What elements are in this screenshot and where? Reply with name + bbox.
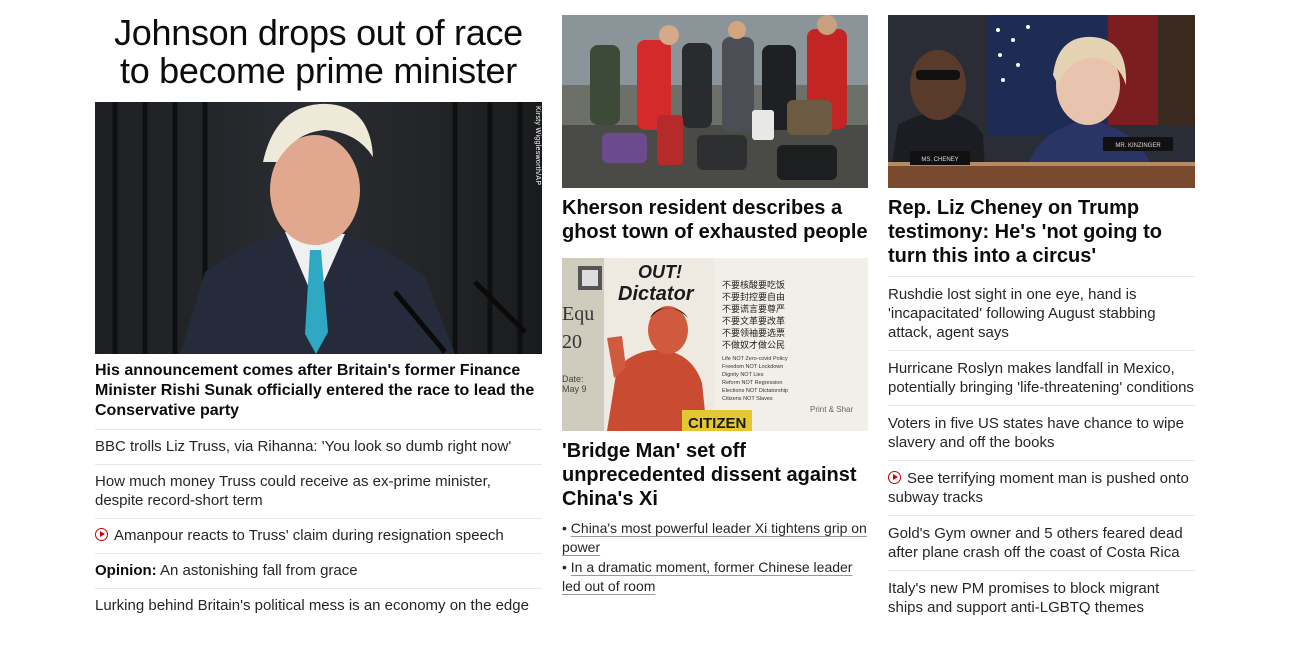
list-item[interactable]: See terrifying moment man is pushed onto…: [888, 460, 1195, 515]
link-text[interactable]: Hurricane Roslyn makes landfall in Mexic…: [888, 360, 1194, 396]
poster-out-text: OUT!: [638, 262, 682, 282]
list-item[interactable]: Gold's Gym owner and 5 others feared dea…: [888, 515, 1195, 570]
link-text[interactable]: Voters in five US states have chance to …: [888, 415, 1184, 451]
list-item[interactable]: • China's most powerful leader Xi tighte…: [562, 519, 868, 557]
cheney-photo-image: MS. CHENEY MR. KINZINGER: [888, 15, 1195, 188]
poster-cjk-line: 不做奴才做公民: [722, 339, 785, 350]
cheney-headline[interactable]: Rep. Liz Cheney on Trump testimony: He's…: [888, 196, 1195, 268]
link-text[interactable]: Rushdie lost sight in one eye, hand is '…: [888, 286, 1156, 341]
link-text[interactable]: China's most powerful leader Xi tightens…: [562, 520, 867, 555]
link-text[interactable]: In a dramatic moment, former Chinese lea…: [562, 559, 852, 594]
poster-eng-line: Freedom NOT Lockdown: [722, 364, 783, 370]
right-links: Rushdie lost sight in one eye, hand is '…: [888, 276, 1195, 625]
list-item[interactable]: Amanpour reacts to Truss' claim during r…: [95, 518, 542, 553]
middle-column: Kherson resident describes a ghost town …: [562, 0, 868, 597]
poster-cjk-line: 不要核酸要吃饭: [722, 279, 785, 290]
kherson-photo-image: [562, 15, 868, 188]
list-item[interactable]: Rushdie lost sight in one eye, hand is '…: [888, 276, 1195, 350]
list-item[interactable]: How much money Truss could receive as ex…: [95, 464, 542, 518]
list-item[interactable]: Italy's new PM promises to block migrant…: [888, 570, 1195, 625]
photo-credit: Kirsty Wigglesworth/AP: [534, 106, 541, 186]
poster-left-text: 20: [562, 331, 582, 353]
play-icon: [888, 471, 901, 484]
opinion-label: Opinion:: [95, 562, 157, 579]
poster-eng-line: Citizens NOT Slaves: [722, 396, 773, 402]
nameplate-right: MR. KINZINGER: [1115, 143, 1161, 149]
poster-eng-line: Reform NOT Regression: [722, 380, 782, 386]
poster-cjk-line: 不要领袖要选票: [722, 327, 785, 338]
link-text[interactable]: Amanpour reacts to Truss' claim during r…: [114, 527, 504, 544]
poster-dictator-text: Dictator: [618, 283, 695, 305]
link-text[interactable]: Italy's new PM promises to block migrant…: [888, 580, 1159, 616]
bridge-man-links: • China's most powerful leader Xi tighte…: [562, 519, 868, 596]
list-item[interactable]: Lurking behind Britain's political mess …: [95, 588, 542, 623]
poster-cjk-line: 不要谎言要尊严: [722, 303, 785, 314]
play-icon: [95, 528, 108, 541]
lead-photo-image: [95, 102, 542, 354]
poster-left-text: Equ: [562, 303, 594, 325]
bridge-man-headline[interactable]: 'Bridge Man' set off unprecedented disse…: [562, 439, 868, 511]
list-item[interactable]: BBC trolls Liz Truss, via Rihanna: 'You …: [95, 429, 542, 464]
bridge-man-photo-image: 不要核酸要吃饭 不要封控要自由 不要谎言要尊严 不要文革要改革 不要领袖要选票 …: [562, 258, 868, 431]
list-item[interactable]: • In a dramatic moment, former Chinese l…: [562, 558, 868, 596]
list-item[interactable]: Hurricane Roslyn makes landfall in Mexic…: [888, 350, 1195, 405]
nameplate-left: MS. CHENEY: [921, 157, 958, 163]
poster-left-text: Date:: [562, 374, 584, 384]
poster-print-text: Print & Shar: [810, 405, 853, 414]
poster-citizen-text: CITIZEN: [688, 415, 746, 431]
link-text[interactable]: How much money Truss could receive as ex…: [95, 473, 491, 509]
poster-eng-line: Dignity NOT Lies: [722, 372, 764, 378]
lead-related-links: BBC trolls Liz Truss, via Rihanna: 'You …: [95, 429, 542, 623]
poster-eng-line: Elections NOT Dictatorship: [722, 388, 788, 394]
list-item[interactable]: Voters in five US states have chance to …: [888, 405, 1195, 460]
link-text[interactable]: See terrifying moment man is pushed onto…: [888, 470, 1189, 506]
list-item[interactable]: Opinion: An astonishing fall from grace: [95, 553, 542, 588]
poster-left-text: May 9: [562, 384, 587, 394]
link-text[interactable]: BBC trolls Liz Truss, via Rihanna: 'You …: [95, 438, 511, 455]
lead-headline[interactable]: Johnson drops out of race to become prim…: [95, 14, 542, 90]
lead-photo[interactable]: Kirsty Wigglesworth/AP: [95, 102, 542, 354]
cheney-photo[interactable]: MS. CHENEY MR. KINZINGER: [888, 15, 1195, 188]
link-text[interactable]: Lurking behind Britain's political mess …: [95, 597, 529, 614]
right-column: MS. CHENEY MR. KINZINGER Rep. Liz Cheney…: [888, 0, 1195, 625]
kherson-photo[interactable]: [562, 15, 868, 188]
lead-story: Johnson drops out of race to become prim…: [95, 0, 542, 623]
bridge-man-photo[interactable]: 不要核酸要吃饭 不要封控要自由 不要谎言要尊严 不要文革要改革 不要领袖要选票 …: [562, 258, 868, 431]
link-text[interactable]: An astonishing fall from grace: [160, 562, 358, 579]
poster-cjk-line: 不要文革要改革: [722, 315, 785, 326]
link-text[interactable]: Gold's Gym owner and 5 others feared dea…: [888, 525, 1183, 561]
poster-eng-line: Life NOT Zero-covid Policy: [722, 356, 788, 362]
lead-caption[interactable]: His announcement comes after Britain's f…: [95, 361, 542, 421]
kherson-headline[interactable]: Kherson resident describes a ghost town …: [562, 196, 868, 244]
poster-cjk-line: 不要封控要自由: [722, 291, 785, 302]
